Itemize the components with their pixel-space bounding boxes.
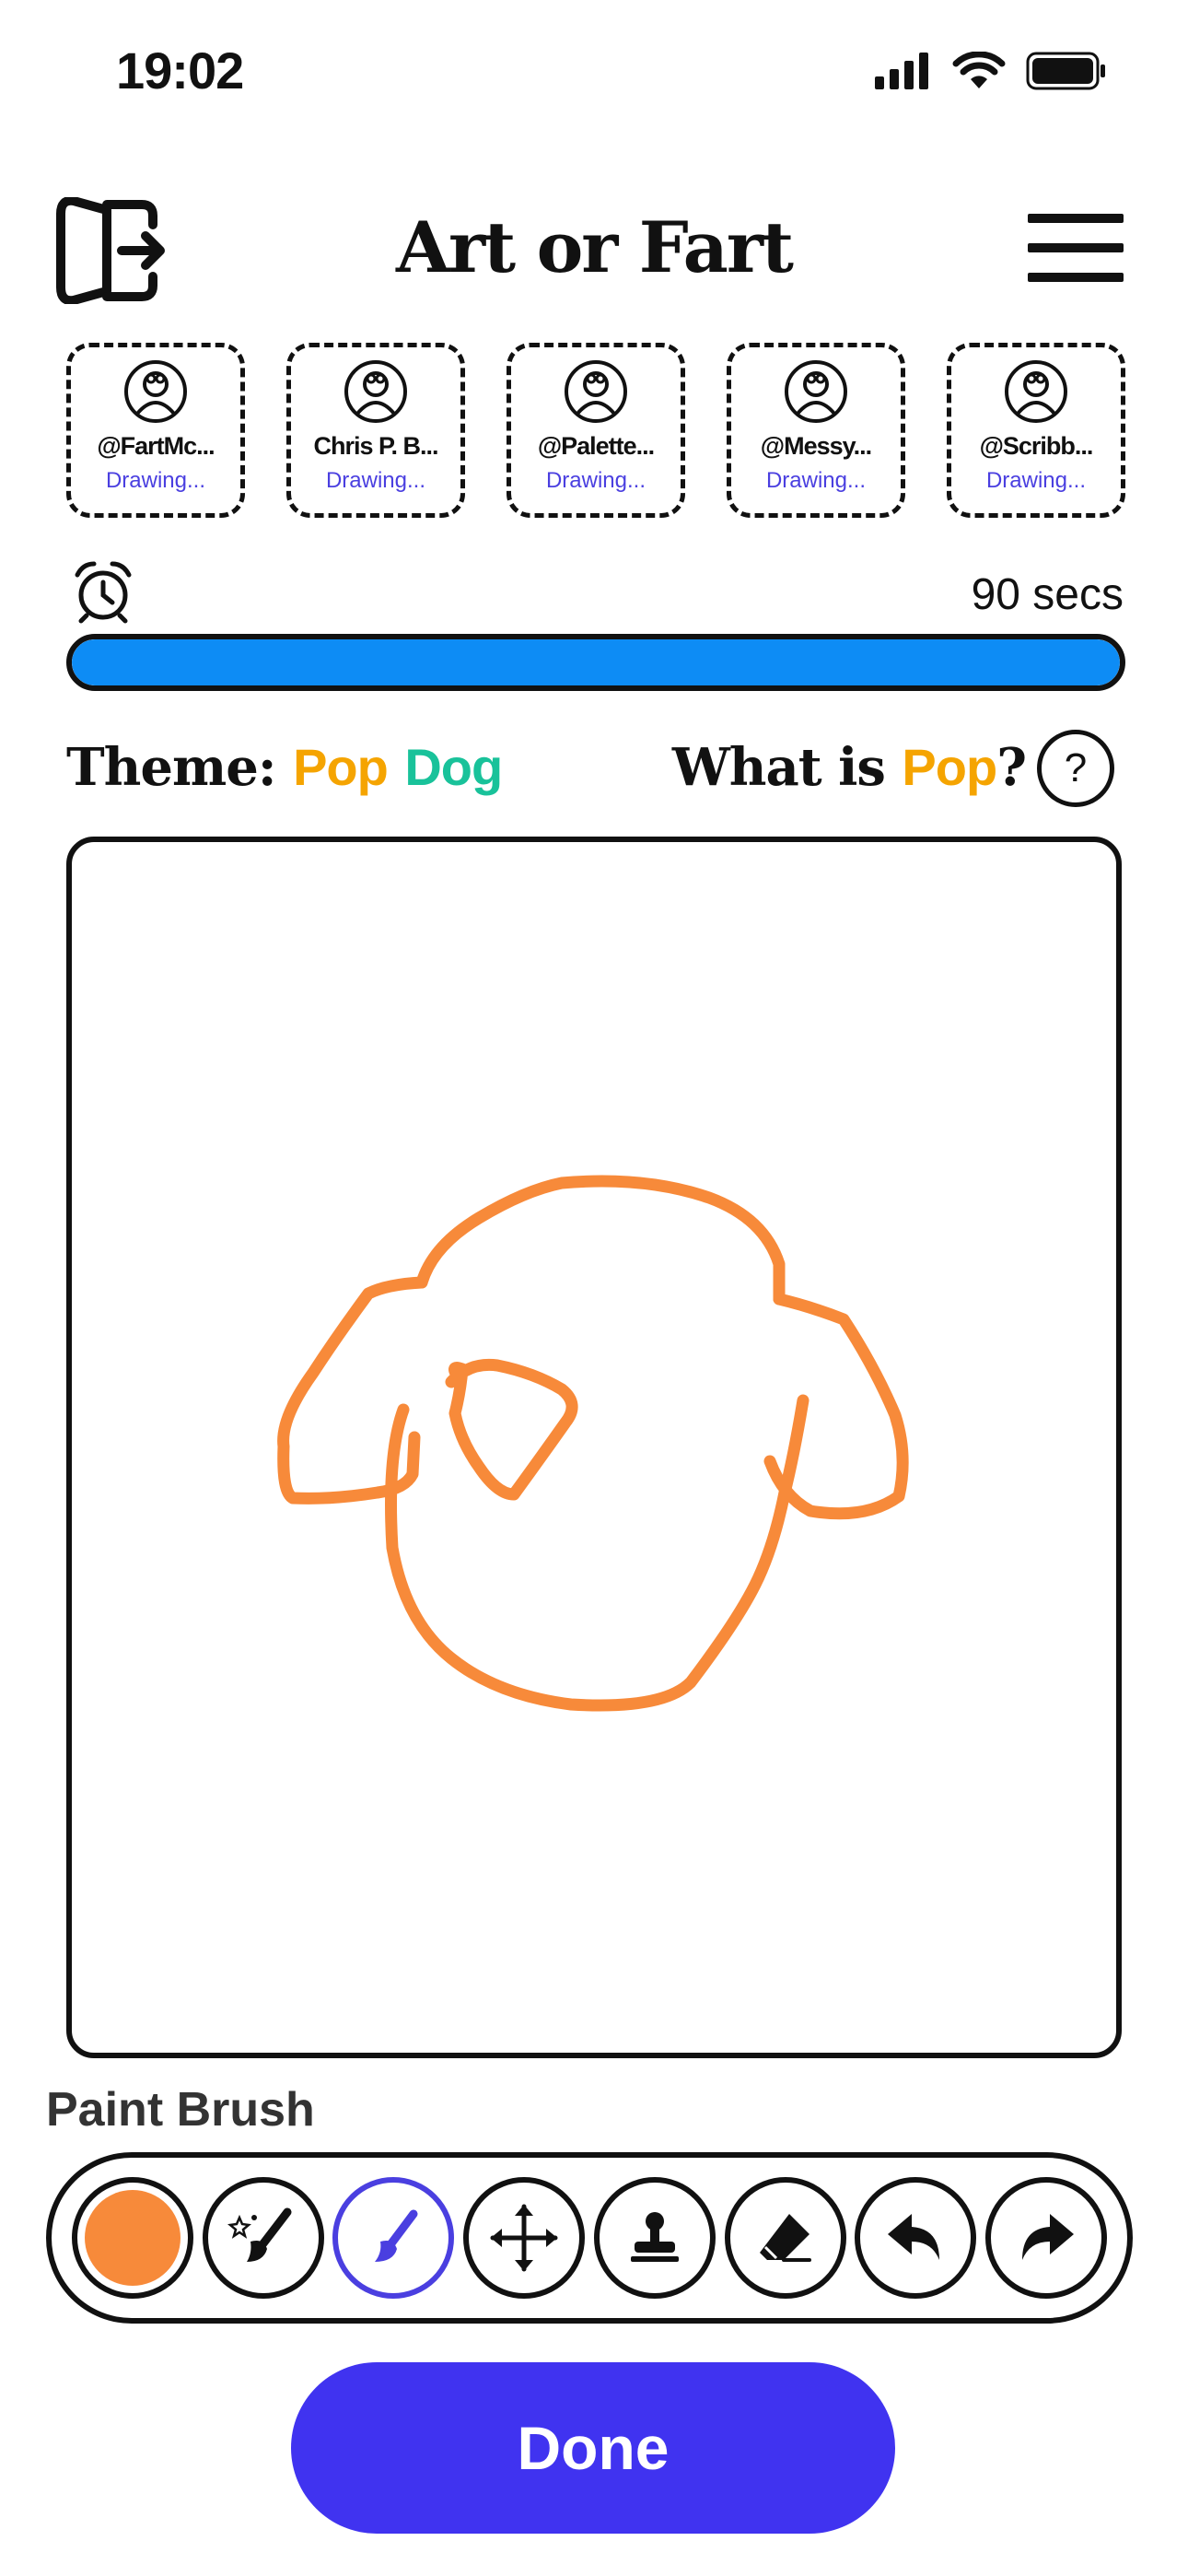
stamp-icon	[630, 2212, 679, 2262]
paint-brush-button[interactable]	[332, 2177, 455, 2299]
redo-icon	[1021, 2214, 1074, 2260]
undo-button[interactable]	[855, 2177, 977, 2299]
stamp-button[interactable]	[593, 2177, 716, 2299]
move-arrows-icon	[490, 2204, 558, 2272]
color-picker-button[interactable]	[72, 2177, 193, 2299]
undo-icon	[888, 2214, 940, 2260]
magic-brush-icon	[227, 2207, 292, 2262]
drawing-toolbar	[46, 2152, 1133, 2324]
done-button[interactable]: Done	[291, 2362, 895, 2534]
move-button[interactable]	[463, 2177, 586, 2299]
eraser-button[interactable]	[724, 2177, 846, 2299]
eraser-icon	[759, 2214, 811, 2262]
magic-brush-button[interactable]	[202, 2177, 324, 2299]
drawing-canvas[interactable]	[66, 837, 1122, 2058]
current-tool-label: Paint Brush	[46, 2083, 315, 2137]
redo-button[interactable]	[984, 2177, 1107, 2299]
color-swatch	[85, 2190, 181, 2286]
paint-brush-icon	[375, 2209, 418, 2262]
